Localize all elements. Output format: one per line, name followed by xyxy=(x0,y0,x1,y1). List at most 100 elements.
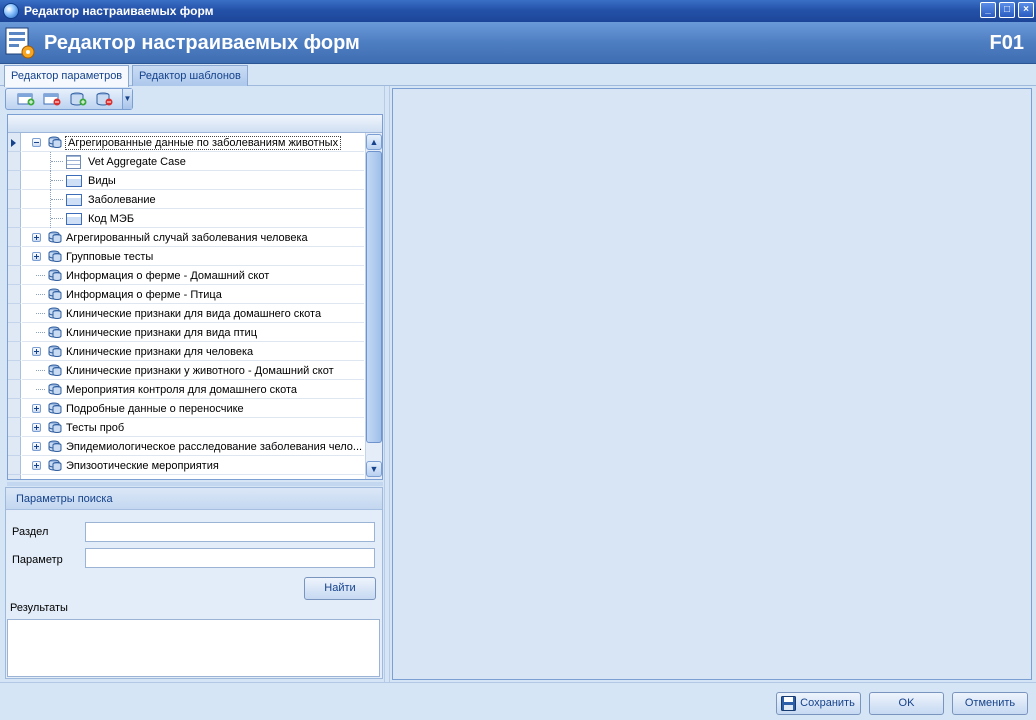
tree-toolbar: ▼ xyxy=(5,88,133,110)
parameter-input[interactable] xyxy=(85,548,375,568)
app-icon xyxy=(3,3,19,19)
delete-parameter-icon[interactable] xyxy=(95,92,113,106)
tree-node[interactable]: Клинические признаки для человека xyxy=(22,342,364,361)
tree-node-label: Заболевание xyxy=(88,194,156,206)
tree-node[interactable]: Агрегированные данные по заболеваниям жи… xyxy=(22,133,364,152)
row-indicator[interactable] xyxy=(8,266,21,285)
parameter-tree-grid: Агрегированные данные по заболеваниям жи… xyxy=(7,114,383,480)
database-icon xyxy=(48,136,62,149)
find-button[interactable]: Найти xyxy=(304,577,376,600)
tree-node[interactable]: Клинические признаки у животного - Домаш… xyxy=(22,361,364,380)
cancel-button[interactable]: Отменить xyxy=(952,692,1028,715)
horizontal-splitter[interactable] xyxy=(7,482,383,486)
expand-icon[interactable] xyxy=(32,347,41,356)
row-indicator[interactable] xyxy=(8,399,21,418)
database-icon xyxy=(48,269,62,282)
parameter-label: Параметр xyxy=(12,554,63,566)
tree-node-label: Информация о ферме - Птица xyxy=(66,289,222,301)
delete-form-icon[interactable] xyxy=(43,92,61,106)
tree-node[interactable]: Агрегированный случай заболевания челове… xyxy=(22,228,364,247)
section-label: Раздел xyxy=(12,526,49,538)
row-indicator[interactable] xyxy=(8,380,21,399)
row-indicator-column xyxy=(8,133,21,479)
expand-icon[interactable] xyxy=(32,461,41,470)
results-label: Результаты xyxy=(10,602,68,614)
expand-icon[interactable] xyxy=(32,233,41,242)
results-list[interactable] xyxy=(7,619,380,677)
tree-connector xyxy=(51,161,63,162)
tree-node[interactable]: Мероприятия контроля для домашнего скота xyxy=(22,380,364,399)
row-indicator[interactable] xyxy=(8,209,21,228)
row-indicator[interactable] xyxy=(8,323,21,342)
tree-connector xyxy=(36,332,45,333)
tree-node[interactable]: Информация о ферме - Домашний скот xyxy=(22,266,364,285)
row-indicator[interactable] xyxy=(8,418,21,437)
row-indicator[interactable] xyxy=(8,456,21,475)
search-panel: Параметры поиска Раздел Параметр Найти Р… xyxy=(5,487,383,679)
database-icon xyxy=(48,326,62,339)
form-code: F01 xyxy=(989,32,1024,54)
tree-child-node[interactable]: Код МЭБ xyxy=(22,209,364,228)
tree-node[interactable]: Тесты проб xyxy=(22,418,364,437)
window-titlebar: Редактор настраиваемых форм _ □ × xyxy=(0,0,1036,22)
tree-node-label: Vet Aggregate Case xyxy=(88,156,186,168)
close-button[interactable]: × xyxy=(1018,2,1034,18)
tree-connector xyxy=(51,218,63,219)
tree-child-node[interactable]: Vet Aggregate Case xyxy=(22,152,364,171)
scroll-up-icon[interactable]: ▲ xyxy=(366,134,382,150)
tree-node-label: Виды xyxy=(88,175,116,187)
row-indicator[interactable] xyxy=(8,152,21,171)
expand-icon[interactable] xyxy=(32,423,41,432)
tree-child-node[interactable]: Виды xyxy=(22,171,364,190)
add-parameter-icon[interactable] xyxy=(69,92,87,106)
expand-icon[interactable] xyxy=(32,252,41,261)
tree-connector xyxy=(36,294,45,295)
tree-node-label: Клинические признаки для вида птиц xyxy=(66,327,258,339)
scroll-thumb[interactable] xyxy=(366,151,382,443)
parameter-details-pane xyxy=(392,88,1032,680)
current-row-arrow-icon xyxy=(11,139,16,147)
row-indicator[interactable] xyxy=(8,304,21,323)
maximize-button[interactable]: □ xyxy=(999,2,1015,18)
tree-node[interactable]: Эпидемиологическое расследование заболев… xyxy=(22,437,364,456)
tree-node[interactable]: Групповые тесты xyxy=(22,247,364,266)
tree-node[interactable]: Информация о ферме - Птица xyxy=(22,285,364,304)
minimize-button[interactable]: _ xyxy=(980,2,996,18)
tab-template-editor[interactable]: Редактор шаблонов xyxy=(132,65,248,86)
row-indicator[interactable] xyxy=(8,171,21,190)
vertical-splitter[interactable] xyxy=(384,86,390,682)
left-pane: ▼ Агрегированные данные по заболеваниям … xyxy=(4,86,384,682)
tree-node-label: Агрегированные данные по заболеваниям жи… xyxy=(64,136,342,150)
save-button[interactable]: Сохранить xyxy=(776,692,861,715)
tree-node-label: Клинические признаки для вида домашнего … xyxy=(66,308,322,320)
row-indicator[interactable] xyxy=(8,228,21,247)
row-indicator[interactable] xyxy=(8,247,21,266)
row-indicator[interactable] xyxy=(8,190,21,209)
window-title: Редактор настраиваемых форм xyxy=(24,4,214,18)
expand-icon[interactable] xyxy=(32,442,41,451)
scroll-down-icon[interactable]: ▼ xyxy=(366,461,382,477)
tab-parameter-editor[interactable]: Редактор параметров xyxy=(4,65,130,87)
row-indicator[interactable] xyxy=(8,437,21,456)
tree-connector xyxy=(36,313,45,314)
toolbar-overflow-dropdown[interactable]: ▼ xyxy=(122,89,132,109)
collapse-icon[interactable] xyxy=(32,138,41,147)
row-indicator[interactable] xyxy=(8,133,21,152)
row-indicator[interactable] xyxy=(8,361,21,380)
tree-scrollbar[interactable]: ▲ ▼ xyxy=(365,133,382,479)
form-icon xyxy=(66,213,82,225)
row-indicator[interactable] xyxy=(8,342,21,361)
tree-node[interactable]: Клинические признаки для вида птиц xyxy=(22,323,364,342)
tree-node[interactable]: Эпизоотические мероприятия xyxy=(22,456,364,475)
tree-node[interactable]: Клинические признаки для вида домашнего … xyxy=(22,304,364,323)
tree-child-node[interactable]: Заболевание xyxy=(22,190,364,209)
database-icon xyxy=(48,345,62,358)
add-form-icon[interactable] xyxy=(17,92,35,106)
section-input[interactable] xyxy=(85,522,375,542)
tree-node[interactable]: Подробные данные о переносчике xyxy=(22,399,364,418)
expand-icon[interactable] xyxy=(32,404,41,413)
ok-button[interactable]: OK xyxy=(869,692,944,715)
database-icon xyxy=(48,402,62,415)
row-indicator[interactable] xyxy=(8,285,21,304)
database-icon xyxy=(48,250,62,263)
